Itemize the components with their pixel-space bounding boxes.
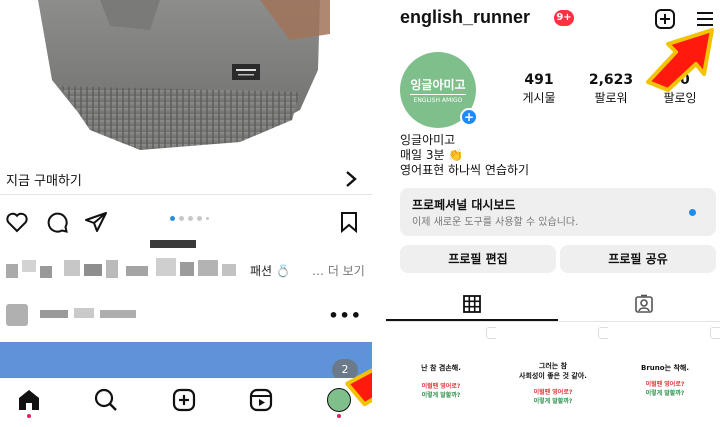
bio-line: 매일 3분 👏 (400, 148, 464, 162)
heart-icon[interactable] (5, 210, 29, 234)
profile-username[interactable]: english_runner (400, 7, 530, 28)
profile-avatar[interactable]: 잉글아미고 ENGLISH AMIGO + (400, 52, 478, 128)
post-text: Bruno는 착해. (641, 364, 689, 372)
add-story-icon[interactable]: + (460, 108, 478, 126)
carousel-dots (170, 216, 209, 221)
notification-badge[interactable]: 9+ (554, 10, 574, 26)
search-icon[interactable] (93, 387, 119, 413)
share-profile-button[interactable]: 프로필 공유 (560, 245, 716, 273)
panel-gap (372, 0, 386, 427)
new-indicator-dot (689, 209, 696, 216)
more-link[interactable]: … 더 보기 (312, 262, 365, 279)
feed-post-panel: 지금 구매하기 패션 💍 … 더 보기 ••• 2 (0, 0, 372, 427)
edit-profile-button[interactable]: 프로필 편집 (400, 245, 556, 273)
avatar-logo-text: 잉글아미고 (410, 76, 466, 95)
create-post-icon[interactable] (171, 387, 197, 413)
post-text-red: 이럴땐 영어로? (421, 383, 461, 390)
commenter-avatar-pixelated (6, 304, 28, 326)
professional-dashboard-card[interactable]: 프로페셔널 대시보드 이제 새로운 도구를 사용할 수 있습니다. (400, 188, 716, 236)
bio-name: 잉글아미고 (400, 133, 456, 147)
post-actions (0, 205, 372, 237)
next-post-image[interactable] (0, 342, 372, 378)
pro-dashboard-subtitle: 이제 새로운 도구를 사용할 수 있습니다. (412, 217, 579, 228)
post-grid: 난 참 겸손해. 이럴땐 영어로? 이렇게 말할까? 그러는 참 사회성이 좋은… (386, 323, 720, 427)
carousel-dot-active (170, 216, 175, 221)
multi-post-icon (710, 327, 720, 339)
pixelated-text (40, 310, 68, 318)
pixelated-text (100, 310, 136, 318)
reels-icon[interactable] (248, 387, 274, 413)
grid-post[interactable]: 난 참 겸손해. 이럴땐 영어로? 이렇게 말할까? (386, 323, 496, 427)
caption-tail: 패션 💍 (250, 264, 291, 278)
post-text-red: 이럴땐 영어로? (645, 381, 685, 388)
multi-post-icon (486, 327, 496, 339)
bio-line: 영어표현 하나씩 연습하기 (400, 163, 530, 177)
post-image-sweater[interactable] (0, 0, 372, 162)
carousel-dot (188, 216, 193, 221)
more-options-icon[interactable]: ••• (328, 306, 362, 325)
comment-icon[interactable] (45, 210, 69, 234)
post-text-red: 이럴땐 영어로? (533, 389, 573, 396)
stat-posts-label: 게시물 (522, 91, 556, 105)
post-text-green: 이렇게 말할까? (645, 390, 685, 397)
share-icon[interactable] (84, 210, 108, 234)
post-text-green: 이렇게 말할까? (421, 392, 461, 399)
pro-dashboard-title: 프로페셔널 대시보드 (412, 198, 516, 212)
home-icon[interactable] (16, 387, 42, 413)
stat-posts[interactable]: 491 게시물 (504, 72, 574, 106)
bookmark-icon[interactable] (337, 210, 361, 234)
bottom-navigation (0, 378, 372, 427)
profile-bio: 잉글아미고 매일 3분 👏 영어표현 하나씩 연습하기 (400, 133, 529, 178)
profile-tabs (386, 286, 720, 322)
shop-now-row[interactable]: 지금 구매하기 (0, 163, 372, 195)
grid-post[interactable]: 그러는 참 사회성이 좋은 것 같아. 이럴땐 영어로? 이렇게 말할까? (498, 323, 608, 427)
red-arrow-annotation (345, 353, 372, 407)
shop-now-label: 지금 구매하기 (6, 174, 82, 189)
red-arrow-annotation (646, 28, 714, 92)
post-text: 사회성이 좋은 것 같아. (519, 372, 587, 380)
tagged-photos-icon[interactable] (634, 294, 654, 314)
chevron-right-icon (346, 171, 357, 187)
grid-post[interactable]: Bruno는 착해. 이럴땐 영어로? 이렇게 말할까? (610, 323, 720, 427)
post-text-green: 이렇게 말할까? (533, 398, 573, 405)
pixelated-text (150, 240, 196, 248)
multi-post-icon (598, 327, 608, 339)
post-text: 난 참 겸손해. (421, 364, 461, 372)
active-tab-indicator (386, 319, 558, 321)
post-text: 그러는 참 (538, 362, 568, 370)
profile-panel: english_runner 9+ 잉글아미고 ENGLISH AMIGO + … (386, 0, 720, 427)
carousel-dot (197, 216, 202, 221)
stat-posts-count: 491 (524, 72, 554, 88)
avatar-logo-subtext: ENGLISH AMIGO (413, 97, 463, 104)
carousel-dot (206, 217, 209, 220)
carousel-dot (179, 216, 184, 221)
grid-icon[interactable] (462, 294, 482, 314)
home-indicator-dot (27, 414, 31, 418)
pixelated-text (74, 308, 94, 318)
